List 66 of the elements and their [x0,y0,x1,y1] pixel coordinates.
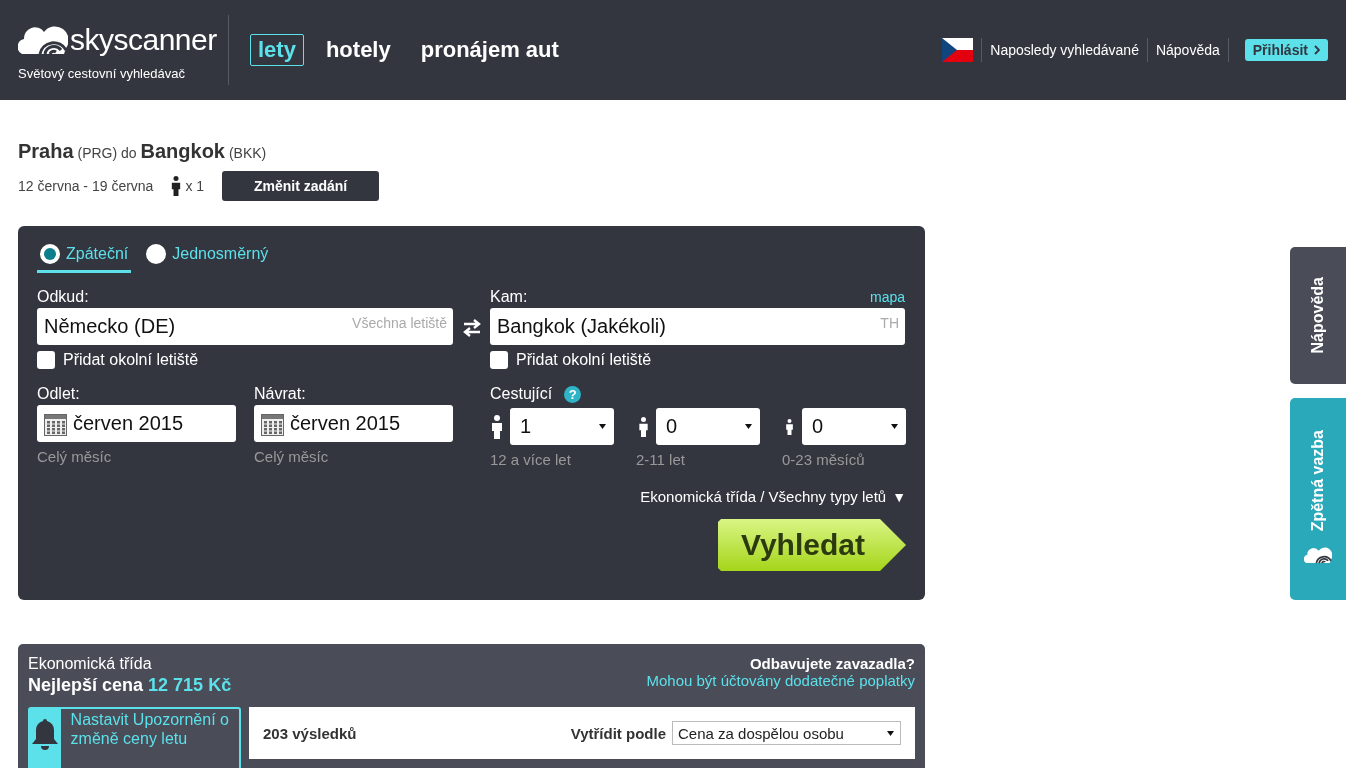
nav-tab[interactable]: lety [250,34,304,66]
passenger-count-select[interactable]: 0 [802,408,906,445]
chevron-icon [1314,45,1320,55]
header-link[interactable]: Nápověda [1155,42,1220,58]
logo-text: skyscanner [70,22,217,57]
passenger-count-select[interactable]: 0 [656,408,760,445]
flag-icon [942,38,974,62]
sort-select[interactable]: Cena za dospělou osobu [672,721,901,745]
nav-tab[interactable]: hotely [317,34,399,66]
checkbox[interactable] [37,351,55,369]
cabin-class-link[interactable]: Ekonomická třída / Všechny typy letů [640,488,887,505]
tagline: Světový cestovní vyhledávač [18,65,186,81]
sort-label: Vytřídit podle [570,724,666,742]
baggage-fees-link[interactable]: Mohou být účtovány dodatečné poplatky [646,672,915,689]
trip-type-tab[interactable]: Jednosměrný [143,240,272,273]
passenger-count-select[interactable]: 1 [510,408,614,445]
change-search-button[interactable]: Změnit zadání [222,171,380,201]
field-label: Návrat: [254,385,306,403]
login-button[interactable]: Přihlásit [1244,39,1328,61]
swap-icon [461,319,482,337]
checkbox-label: Přidat okolní letiště [63,351,199,369]
caret-icon [745,424,752,429]
search-button[interactable]: Vyhledat [718,519,906,571]
child-person-icon [637,416,649,437]
destination-field[interactable]: Bangkok (Jakékoli) TH [490,308,905,345]
bell-icon [30,717,61,751]
header-link[interactable]: Naposledy vyhledávané [990,42,1139,58]
age-note: 2-11 let [636,451,686,468]
price-alert-button[interactable]: Nastavit Upozornění o změně ceny letu [28,707,241,768]
nav-tab[interactable]: pronájem aut [412,34,567,66]
caret-icon [599,424,606,429]
origin-field[interactable]: Německo (DE) Všechna letiště [37,308,453,345]
date-note: Celý měsíc [254,448,330,465]
date-range: 12 června - 19 června [18,178,154,194]
person-icon [171,176,182,196]
checkbox[interactable] [490,351,508,369]
route-title: Praha (PRG) do Bangkok (BKK) [18,140,268,163]
age-note: 0-23 měsíců [782,451,866,468]
calendar-icon [261,411,284,436]
field-label: Odkud: [37,288,89,306]
date-note: Celý měsíc [37,448,113,465]
checkbox-label: Přidat okolní letiště [516,351,652,369]
map-link[interactable]: mapa [869,289,905,305]
date-field[interactable]: červen 2015 [37,405,236,442]
dropdown-caret[interactable]: ▼ [892,488,906,505]
baggage-question: Odbavujete zavazadla? [748,655,915,672]
adult-person-icon [491,414,503,439]
date-field[interactable]: červen 2015 [254,405,453,442]
infant-person-icon [783,418,795,435]
best-price: Nejlepší cena 12 715 Kč [28,675,232,696]
field-label: Kam: [490,288,528,306]
caret-icon [891,424,898,429]
radio-icon [146,244,167,264]
help-side-tab[interactable]: Nápověda [1290,247,1346,384]
calendar-icon [44,411,67,436]
age-note: 12 a více let [490,451,572,468]
traveller-count: x 1 [185,178,205,194]
radio-icon [40,244,60,264]
caret-icon [887,730,894,736]
trip-type-tab[interactable]: Zpáteční [37,240,132,273]
field-label: Cestující [490,385,553,403]
field-label: Odlet: [37,385,80,403]
field-hint: Všechna letiště [352,315,447,331]
result-count: 203 výsledků [263,724,357,742]
field-hint: TH [880,315,899,331]
cabin-class-label: Ekonomická třída [28,655,153,673]
